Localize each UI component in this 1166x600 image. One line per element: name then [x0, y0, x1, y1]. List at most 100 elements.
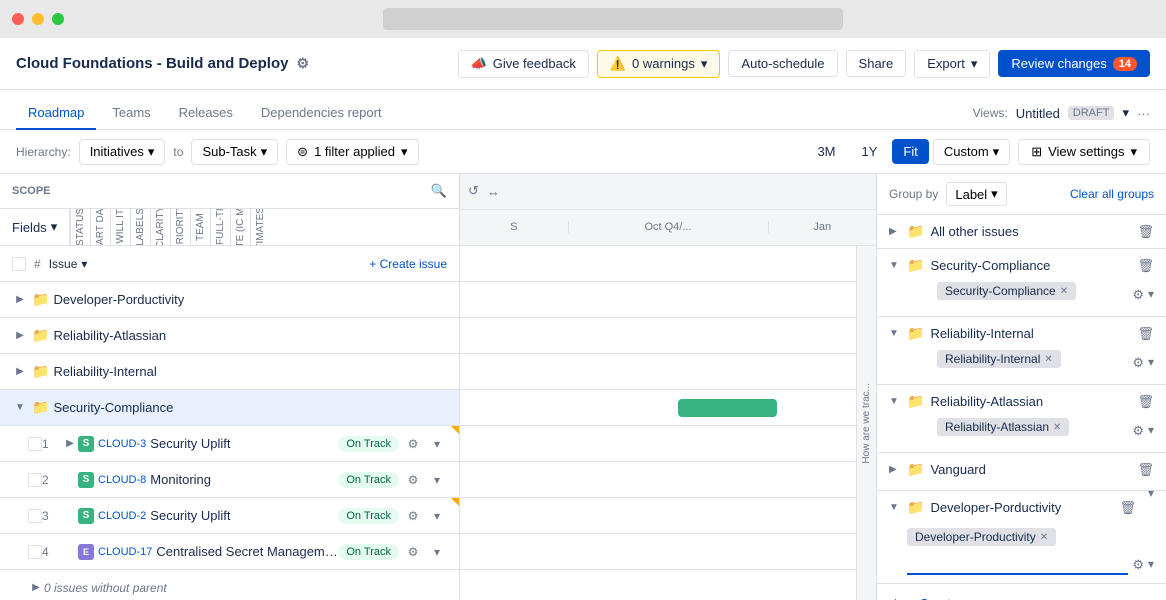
search-icon[interactable]: 🔍 — [431, 183, 447, 199]
issue-col-header[interactable]: Issue ▾ — [49, 257, 362, 271]
settings-icon[interactable]: ⚙ — [1132, 355, 1144, 371]
expand-icon[interactable]: ▶ — [12, 364, 28, 380]
create-group-button[interactable]: ＋ + Create group — [877, 584, 1166, 600]
create-issue-button[interactable]: + Create issue — [369, 257, 447, 271]
custom-button[interactable]: Custom ▾ — [933, 139, 1010, 165]
chevron-down-icon[interactable]: ▾ — [1148, 486, 1154, 500]
settings-icon[interactable]: ⚙ — [403, 434, 423, 454]
expand-icon[interactable]: ▶ — [28, 580, 44, 596]
fit-button[interactable]: Fit — [892, 139, 928, 164]
label-button[interactable]: Label ▾ — [946, 182, 1006, 206]
trash-icon[interactable]: 🗑 — [1137, 394, 1154, 410]
auto-schedule-button[interactable]: Auto-schedule — [728, 50, 837, 77]
chevron-down-icon[interactable]: ▾ — [427, 470, 447, 490]
expand-icon[interactable]: ▶ — [12, 292, 28, 308]
group-item-header[interactable]: ▶ 📁 All other issues 🗑 — [877, 215, 1166, 248]
group-item-vanguard: ▶ 📁 Vanguard 🗑 ▾ — [877, 453, 1166, 491]
list-item[interactable]: ▶ 📁 Developer-Porductivity — [0, 282, 459, 318]
hierarchy-select[interactable]: Initiatives ▾ — [79, 139, 166, 165]
chevron-down-icon[interactable]: ▾ — [1148, 423, 1154, 439]
tab-teams[interactable]: Teams — [100, 97, 162, 130]
folder-icon: 📁 — [907, 461, 924, 478]
no-parent-row[interactable]: ▶ 0 issues without parent — [0, 570, 459, 600]
minimize-button[interactable] — [32, 13, 44, 25]
remove-tag-button[interactable]: ✕ — [1044, 354, 1052, 365]
chevron-right-icon: ▶ — [889, 226, 901, 237]
row-checkbox[interactable] — [28, 437, 42, 451]
chevron-down-icon[interactable]: ▾ — [1148, 287, 1154, 303]
refresh-icon[interactable]: ↺ — [468, 183, 479, 199]
left-panel: SCOPE 🔍 Fields ▾ STATUS START DATE WHEN … — [0, 174, 460, 600]
chevron-down-icon: ▾ — [701, 56, 708, 72]
settings-icon[interactable]: ⚙ — [403, 506, 423, 526]
table-row[interactable]: 1 ▶ S CLOUD-3 Security Uplift On Track ⚙… — [0, 426, 459, 462]
3m-button[interactable]: 3M — [806, 139, 846, 164]
settings-icon[interactable]: ⚙ — [1132, 423, 1144, 439]
start-date-col-header: START DATE — [90, 209, 110, 245]
gear-icon[interactable]: ⚙ — [296, 55, 309, 72]
expand-icon[interactable]: ▼ — [12, 400, 28, 416]
warnings-button[interactable]: ⚠️ 0 warnings ▾ — [597, 50, 721, 78]
group-item-developer: ▼ 📁 Developer-Porductivity 🗑 Developer-P… — [877, 491, 1166, 584]
subtask-select[interactable]: Sub-Task ▾ — [191, 139, 278, 165]
chevron-down-icon[interactable]: ▾ — [1122, 105, 1129, 121]
table-row[interactable]: 4 E CLOUD-17 Centralised Secret Manageme… — [0, 534, 459, 570]
trash-icon[interactable]: 🗑 — [1119, 500, 1136, 516]
list-item[interactable]: ▼ 📁 Security-Compliance — [0, 390, 459, 426]
give-feedback-button[interactable]: 📣 Give feedback — [458, 50, 589, 78]
row-checkbox[interactable] — [28, 473, 42, 487]
expand-icon[interactable]: ▶ — [62, 436, 78, 452]
tab-roadmap[interactable]: Roadmap — [16, 97, 96, 130]
settings-icon[interactable]: ⚙ — [403, 542, 423, 562]
more-options-icon[interactable]: ··· — [1137, 106, 1150, 121]
megaphone-icon: 📣 — [471, 56, 487, 72]
settings-icon[interactable]: ⚙ — [1132, 287, 1144, 303]
view-settings-button[interactable]: ⊞ View settings ▾ — [1018, 139, 1150, 165]
remove-tag-button[interactable]: ✕ — [1040, 532, 1048, 543]
developer-tag-input[interactable] — [907, 554, 1128, 575]
review-changes-button[interactable]: Review changes 14 — [998, 50, 1150, 77]
settings-icon[interactable]: ⚙ — [1132, 557, 1144, 573]
chevron-down-icon[interactable]: ▾ — [1148, 355, 1154, 371]
group-item-header[interactable]: ▼ 📁 Reliability-Internal 🗑 — [877, 317, 1166, 350]
table-row[interactable]: 2 S CLOUD-8 Monitoring On Track ⚙ ▾ — [0, 462, 459, 498]
maximize-button[interactable] — [52, 13, 64, 25]
gantt-bar[interactable] — [678, 399, 777, 417]
group-item-header[interactable]: ▼ 📁 Security-Compliance 🗑 — [877, 249, 1166, 282]
tab-releases[interactable]: Releases — [167, 97, 245, 130]
filter-button[interactable]: ⊜ 1 filter applied ▾ — [286, 139, 418, 165]
chevron-down-icon[interactable]: ▾ — [427, 542, 447, 562]
group-item-header[interactable]: ▶ 📁 Vanguard 🗑 — [877, 453, 1166, 486]
tab-dependencies[interactable]: Dependencies report — [249, 97, 394, 130]
gantt-row — [460, 354, 856, 390]
settings-icon[interactable]: ⚙ — [403, 470, 423, 490]
chevron-down-icon[interactable]: ▾ — [1148, 557, 1154, 573]
group-item-header[interactable]: ▼ 📁 Developer-Porductivity 🗑 — [877, 491, 1148, 524]
close-button[interactable] — [12, 13, 24, 25]
group-item-header[interactable]: ▼ 📁 Reliability-Atlassian 🗑 — [877, 385, 1166, 418]
export-button[interactable]: Export ▾ — [914, 50, 990, 78]
table-row[interactable]: 3 S CLOUD-2 Security Uplift On Track ⚙ ▾ — [0, 498, 459, 534]
fields-button[interactable]: Fields ▾ — [0, 209, 70, 245]
1y-button[interactable]: 1Y — [851, 139, 889, 164]
list-item[interactable]: ▶ 📁 Reliability-Internal — [0, 354, 459, 390]
row-checkbox[interactable] — [28, 545, 42, 559]
chevron-down-icon[interactable]: ▾ — [427, 506, 447, 526]
trash-icon[interactable]: 🗑 — [1137, 326, 1154, 342]
share-button[interactable]: Share — [846, 50, 907, 77]
developer-tag-area: Developer-Productivity ✕ ⚙ ▾ — [877, 524, 1166, 583]
triangle-indicator — [451, 498, 459, 506]
chevron-down-icon: ▼ — [889, 502, 901, 513]
expand-icon[interactable]: ▶ — [12, 328, 28, 344]
select-all-checkbox[interactable] — [12, 257, 26, 271]
row-checkbox[interactable] — [28, 509, 42, 523]
trash-icon[interactable]: 🗑 — [1137, 224, 1154, 240]
remove-tag-button[interactable]: ✕ — [1060, 286, 1068, 297]
chevron-down-icon[interactable]: ▾ — [427, 434, 447, 454]
trash-icon[interactable]: 🗑 — [1137, 258, 1154, 274]
remove-tag-button[interactable]: ✕ — [1053, 422, 1061, 433]
expand-icon[interactable]: ↔ — [487, 184, 500, 199]
trash-icon[interactable]: 🗑 — [1137, 462, 1154, 478]
clear-all-groups-button[interactable]: Clear all groups — [1070, 187, 1154, 201]
list-item[interactable]: ▶ 📁 Reliability-Atlassian — [0, 318, 459, 354]
